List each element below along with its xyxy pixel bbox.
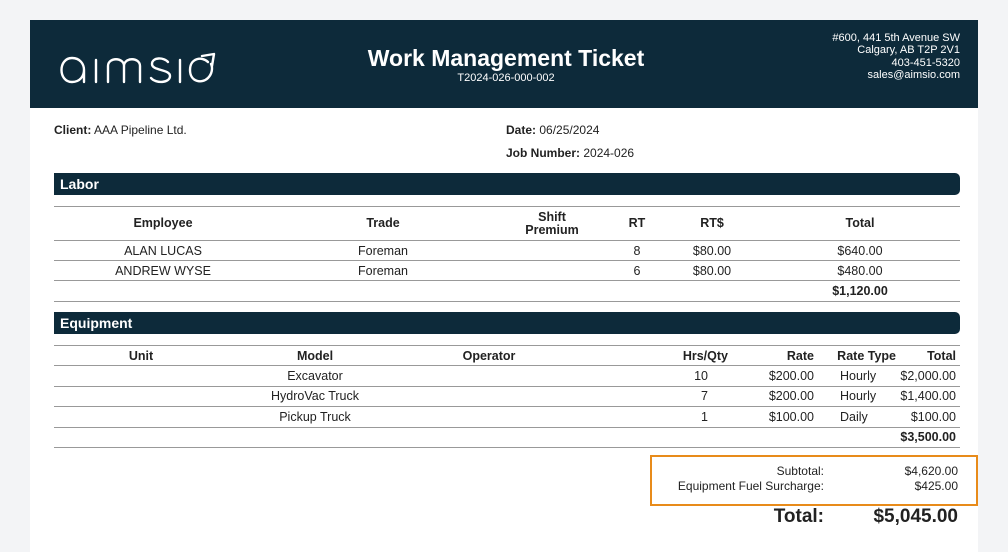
total-cell: $2,000.00	[896, 365, 960, 387]
client-label: Client:	[54, 123, 92, 137]
qty-cell: 7	[576, 386, 736, 407]
date-value: 06/25/2024	[539, 123, 600, 137]
grand-total-label: Total:	[773, 506, 824, 527]
column-header: RT	[610, 206, 664, 241]
summary-box: Subtotal: $4,620.00 Equipment Fuel Surch…	[650, 455, 978, 506]
column-header: Trade	[272, 206, 494, 241]
client-value: AAA Pipeline Ltd.	[94, 123, 187, 137]
date-label: Date:	[506, 123, 537, 137]
ticket-number: T2024-026-000-002	[457, 72, 555, 84]
rate-cell: $200.00	[736, 386, 814, 407]
address-line: Calgary, AB T2P 2V1	[857, 44, 960, 57]
table-row: ALAN LUCAS Foreman 8 $80.00 $640.00	[54, 240, 960, 261]
table-row: ANDREW WYSE Foreman 6 $80.00 $480.00	[54, 260, 960, 281]
table-row: Pickup Truck 1 $100.00 Daily $100.00	[54, 406, 960, 428]
column-header: Employee	[54, 206, 272, 241]
ticket-page: Work Management Ticket T2024-026-000-002…	[30, 20, 978, 552]
address-line: #600, 441 5th Avenue SW	[832, 32, 960, 44]
job-number-field: Job Number: 2024-026	[506, 146, 634, 160]
employee-cell: ANDREW WYSE	[54, 260, 272, 281]
labor-section-title: Labor	[54, 173, 960, 195]
unit-cell	[54, 365, 228, 387]
rt-cell: 8	[610, 240, 664, 261]
equipment-total-row: $3,500.00	[54, 427, 960, 448]
model-cell: Excavator	[228, 365, 402, 387]
employee-cell: ALAN LUCAS	[54, 240, 272, 261]
unit-cell	[54, 386, 228, 407]
labor-total: $1,120.00	[760, 280, 960, 302]
column-header: Shift Premium	[494, 206, 610, 241]
surcharge-label: Equipment Fuel Surcharge:	[677, 479, 824, 493]
job-number-label: Job Number:	[506, 146, 581, 160]
total-cell: $100.00	[896, 406, 960, 428]
column-header: Operator	[402, 345, 576, 366]
labor-total-row: $1,120.00	[54, 280, 960, 302]
surcharge-value: $425.00	[914, 479, 958, 493]
operator-cell	[402, 365, 576, 387]
grand-total-value: $5,045.00	[873, 506, 958, 527]
equipment-table: Unit Model Operator Hrs/Qty Rate Rate Ty…	[54, 345, 960, 448]
column-header: Rate	[736, 345, 814, 366]
ticket-header: Work Management Ticket T2024-026-000-002…	[30, 20, 978, 108]
subtotal-label: Subtotal:	[776, 464, 824, 478]
table-row: Excavator 10 $200.00 Hourly $2,000.00	[54, 365, 960, 387]
subtotal-row: Subtotal: $4,620.00	[652, 464, 976, 478]
page-title: Work Management Ticket	[367, 45, 645, 71]
model-cell: Pickup Truck	[228, 406, 402, 428]
aimsio-logo	[60, 52, 216, 84]
column-header: Unit	[54, 345, 228, 366]
equipment-section-title: Equipment	[54, 312, 960, 334]
column-header: Total	[760, 206, 960, 241]
shift-premium-cell	[494, 260, 610, 281]
company-address: #600, 441 5th Avenue SW Calgary, AB T2P …	[832, 32, 960, 81]
unit-cell	[54, 406, 228, 428]
rt-rate-cell: $80.00	[664, 260, 760, 281]
rate-type-cell: Hourly	[814, 365, 896, 387]
table-row: HydroVac Truck 7 $200.00 Hourly $1,400.0…	[54, 386, 960, 407]
job-number-value: 2024-026	[583, 146, 635, 160]
rt-rate-cell: $80.00	[664, 240, 760, 261]
header-text: Shift Premium	[525, 209, 579, 237]
rate-cell: $200.00	[736, 365, 814, 387]
column-header: RT$	[664, 206, 760, 241]
date-field: Date: 06/25/2024	[506, 123, 599, 137]
client-field: Client: AAA Pipeline Ltd.	[54, 123, 187, 137]
rate-cell: $100.00	[736, 406, 814, 428]
operator-cell	[402, 406, 576, 428]
column-header: Model	[228, 345, 402, 366]
total-cell: $1,400.00	[896, 386, 960, 407]
column-header: Total	[896, 345, 960, 366]
qty-cell: 1	[576, 406, 736, 428]
trade-cell: Foreman	[272, 260, 494, 281]
title-block: Work Management Ticket T2024-026-000-002	[330, 44, 682, 84]
grand-total-row: Total: $5,045.00	[650, 504, 978, 530]
rate-type-cell: Hourly	[814, 386, 896, 407]
total-cell: $480.00	[760, 260, 960, 281]
shift-premium-cell	[494, 240, 610, 261]
surcharge-row: Equipment Fuel Surcharge: $425.00	[652, 479, 976, 493]
column-header: Hrs/Qty	[576, 345, 736, 366]
rt-cell: 6	[610, 260, 664, 281]
labor-table: Employee Trade Shift Premium RT RT$ Tota…	[54, 206, 960, 302]
trade-cell: Foreman	[272, 240, 494, 261]
phone-number: 403-451-5320	[891, 56, 960, 69]
subtotal-value: $4,620.00	[904, 464, 958, 478]
model-cell: HydroVac Truck	[228, 386, 402, 407]
column-header: Rate Type	[814, 345, 896, 366]
equipment-total: $3,500.00	[896, 427, 960, 448]
qty-cell: 10	[576, 365, 736, 387]
rate-type-cell: Daily	[814, 406, 896, 428]
operator-cell	[402, 386, 576, 407]
total-cell: $640.00	[760, 240, 960, 261]
email-address: sales@aimsio.com	[867, 68, 960, 81]
